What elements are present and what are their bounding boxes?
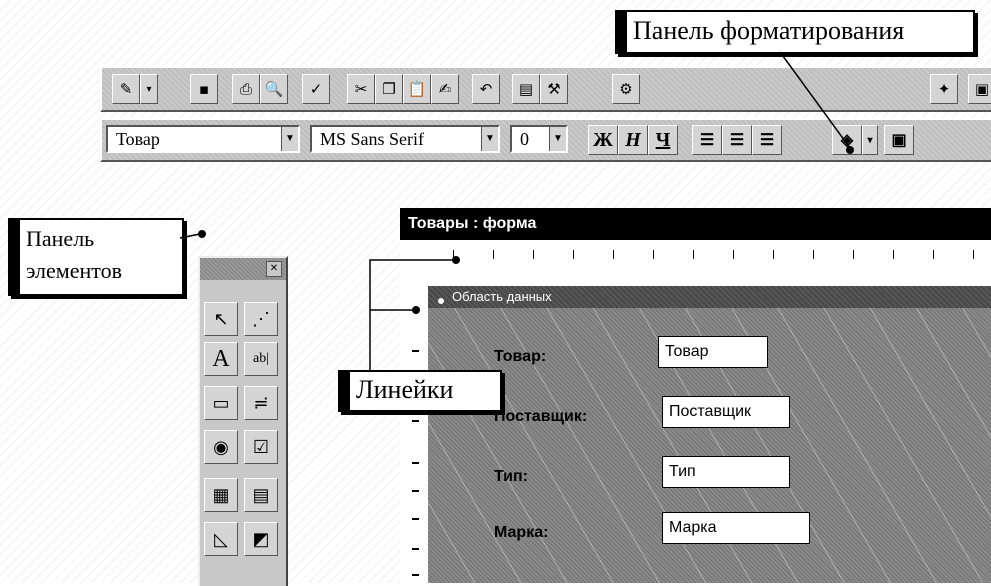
leader-lines bbox=[179, 51, 854, 372]
